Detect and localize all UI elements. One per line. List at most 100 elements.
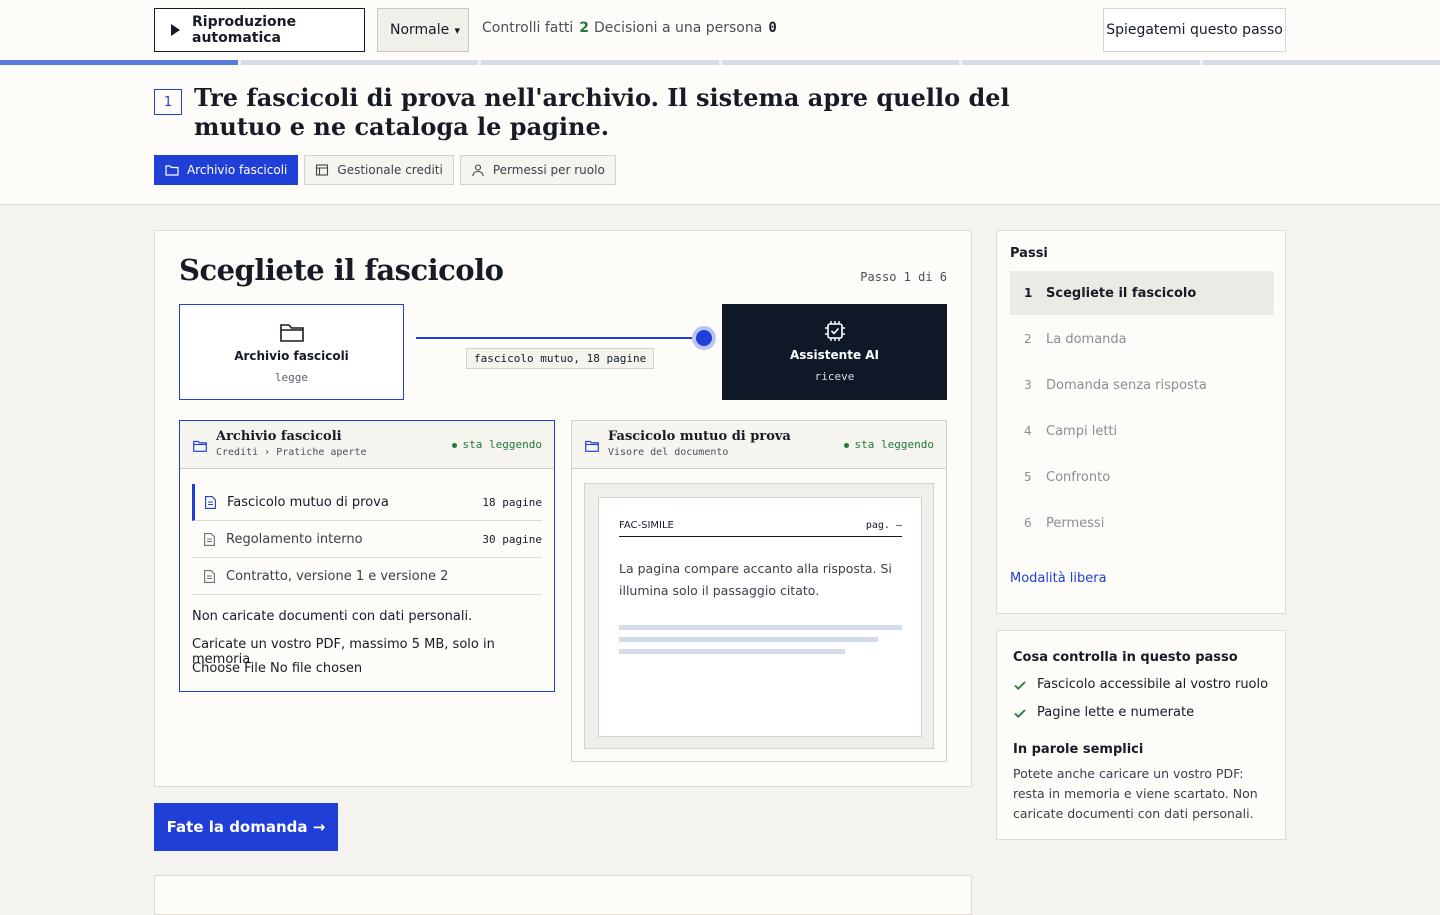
chip-icon [822,320,848,342]
flow-payload-tag: fascicolo mutuo, 18 pagine [466,348,654,369]
file-upload-input[interactable]: Choose File No file chosen [192,661,362,676]
archive-panel: Archivio fascicoli Crediti › Pratiche ap… [179,420,555,692]
file-name: Fascicolo mutuo di prova [227,495,389,510]
flow-dot [696,330,712,346]
explain-step-button[interactable]: Spiegatemi questo passo [1103,8,1286,52]
page-watermark-label: FAC-SIMILE [619,520,674,531]
step-number: 6 [1024,516,1046,530]
status-badge: sta leggendo [844,438,934,451]
tab-gestionale-crediti[interactable]: Gestionale crediti [304,155,453,185]
list-item[interactable]: Regolamento interno 30 pagine [192,521,542,558]
steps-panel: Passi 1 Scegliete il fascicolo 2 La doma… [996,230,1286,614]
viewer-panel: Fascicolo mutuo di prova Visore del docu… [571,420,947,762]
flow-connector [416,337,704,339]
plain-words-text: Potete anche caricare un vostro PDF: res… [1013,764,1273,824]
tab-archivio-fascicoli[interactable]: Archivio fascicoli [154,155,298,185]
archive-panel-header: Archivio fascicoli Crediti › Pratiche ap… [180,421,554,469]
archive-breadcrumb: Crediti › Pratiche aperte [216,447,367,458]
tab-label: Permessi per ruolo [493,163,605,177]
flow-source-label: Archivio fascicoli [234,349,349,363]
play-icon [171,24,180,36]
next-card [154,875,972,915]
check-label: Pagine lette e numerate [1037,705,1194,720]
user-icon [471,163,485,177]
step-header: 1 Tre fascicoli di prova nell'archivio. … [0,65,1440,205]
speed-select[interactable]: Normale ▾ [377,8,469,52]
list-item[interactable]: Fascicolo mutuo di prova 18 pagine [192,484,542,521]
checkmark-icon [1013,706,1027,720]
decisions-label: Decisioni a una persona [594,20,762,36]
step-item-5[interactable]: 5 Confronto [1010,455,1274,499]
viewer-panel-subtitle: Visore del documento [608,447,728,458]
step-number: 3 [1024,378,1046,392]
step-item-3[interactable]: 3 Domanda senza risposta [1010,363,1274,407]
list-item[interactable]: Contratto, versione 1 e versione 2 [192,558,542,595]
file-name: Contratto, versione 1 e versione 2 [226,569,448,584]
speed-selected-value: Normale [390,22,449,38]
step-item-6[interactable]: 6 Permessi [1010,501,1274,545]
step-number: 5 [1024,470,1046,484]
check-item: Pagine lette e numerate [1013,705,1194,720]
file-pages: 18 pagine [482,496,542,509]
flow-source-node: Archivio fascicoli legge [179,304,404,400]
step-item-1[interactable]: 1 Scegliete il fascicolo [1010,271,1274,315]
step-headline: Tre fascicoli di prova nell'archivio. Il… [194,83,1014,141]
step-number-badge: 1 [154,89,182,115]
file-name: Regolamento interno [226,532,363,547]
decisions-stat: Decisioni a una persona0 [594,20,777,36]
archive-panel-title: Archivio fascicoli [216,429,342,444]
viewer-panel-title: Fascicolo mutuo di prova [608,429,791,444]
step-label: Scegliete il fascicolo [1046,286,1196,301]
step-item-2[interactable]: 2 La domanda [1010,317,1274,361]
checks-heading: Cosa controlla in questo passo [1013,650,1238,665]
step-checks-panel: Cosa controlla in questo passo Fascicolo… [996,630,1286,840]
autoplay-button[interactable]: Riproduzione automatica [154,8,365,52]
folder-icon [585,440,599,452]
document-icon [204,533,215,546]
flow-target-node: Assistente AI riceve [722,304,947,400]
placeholder-line [619,625,902,630]
step-indicator: Passo 1 di 6 [860,270,947,284]
system-tabs: Archivio fascicoli Gestionale crediti Pe… [154,155,616,185]
tab-label: Gestionale crediti [337,163,442,177]
free-mode-link[interactable]: Modalità libera [1010,571,1107,586]
page-number: pag. — [866,520,902,531]
checkmark-icon [1013,678,1027,692]
page-header: FAC-SIMILE pag. — [619,520,902,537]
document-viewer: FAC-SIMILE pag. — La pagina compare acca… [584,483,934,749]
step-label: Campi letti [1046,424,1117,439]
personal-data-warning: Non caricate documenti con dati personal… [192,609,472,624]
steps-heading: Passi [1010,246,1048,261]
folder-icon [193,440,207,452]
ask-question-button[interactable]: Fate la domanda → [154,803,338,851]
file-list: Fascicolo mutuo di prova 18 pagine Regol… [192,484,542,595]
file-pages: 30 pagine [482,533,542,546]
flow-target-label: Assistente AI [790,348,879,362]
status-badge: sta leggendo [452,438,542,451]
step-item-4[interactable]: 4 Campi letti [1010,409,1274,453]
top-toolbar: Riproduzione automatica Normale ▾ Contro… [0,0,1440,60]
step-label: Domanda senza risposta [1046,378,1207,393]
document-icon [204,570,215,583]
document-icon [205,496,216,509]
file-status: No file chosen [270,661,362,676]
step-label: La domanda [1046,332,1127,347]
document-page: FAC-SIMILE pag. — La pagina compare acca… [598,497,922,737]
folder-icon [279,321,305,343]
checks-done-stat: Controlli fatti2 [482,20,589,36]
checks-done-label: Controlli fatti [482,20,573,36]
choose-file-button[interactable]: Choose File [192,661,266,676]
step-number: 1 [1024,286,1046,300]
table-icon [315,163,329,177]
tab-label: Archivio fascicoli [187,163,287,177]
card-title: Scegliete il fascicolo [179,253,504,287]
tab-permessi-per-ruolo[interactable]: Permessi per ruolo [460,155,616,185]
step-label: Confronto [1046,470,1110,485]
step-number: 4 [1024,424,1046,438]
plain-words-heading: In parole semplici [1013,742,1143,757]
placeholder-line [619,637,878,642]
explain-step-label: Spiegatemi questo passo [1106,22,1283,38]
main-step-card: Scegliete il fascicolo Passo 1 di 6 Arch… [154,230,972,787]
folder-icon [165,163,179,177]
check-item: Fascicolo accessibile al vostro ruolo [1013,677,1268,692]
